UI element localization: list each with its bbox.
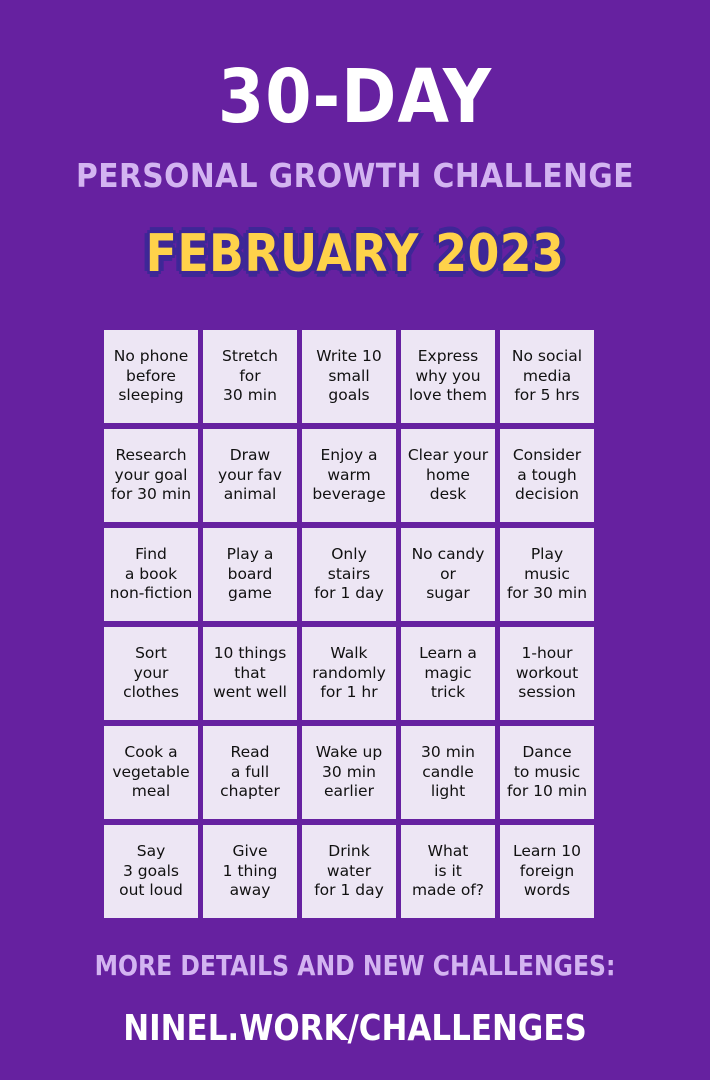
challenge-cell: No social media for 5 hrs	[500, 330, 594, 423]
challenge-text: Cook a vegetable meal	[112, 743, 190, 801]
challenge-text: Consider a tough decision	[512, 446, 582, 504]
challenge-cell: Wake up 30 min earlier	[302, 726, 396, 819]
details-caption: MORE DETAILS AND NEW CHALLENGES:	[94, 949, 616, 982]
challenge-cell: Say 3 goals out loud	[104, 825, 198, 918]
challenge-text: Write 10 small goals	[316, 347, 382, 405]
challenge-cell: No phone before sleeping	[104, 330, 198, 423]
challenge-cell: Draw your fav animal	[203, 429, 297, 522]
challenge-cell: 10 things that went well	[203, 627, 297, 720]
challenge-cell: Give 1 thing away	[203, 825, 297, 918]
challenge-cell: Consider a tough decision	[500, 429, 594, 522]
month-label: FEBRUARY 2023	[145, 224, 565, 284]
challenge-cell: 1-hour workout session	[500, 627, 594, 720]
challenge-cell: Express why you love them	[401, 330, 495, 423]
challenge-cell: Write 10 small goals	[302, 330, 396, 423]
challenge-cell: Stretch for 30 min	[203, 330, 297, 423]
challenge-cell: No candy or sugar	[401, 528, 495, 621]
page-subtitle: PERSONAL GROWTH CHALLENGE	[76, 156, 634, 195]
challenge-cell: Drink water for 1 day	[302, 825, 396, 918]
challenge-text: Give 1 thing away	[222, 842, 278, 900]
challenge-cell: Research your goal for 30 min	[104, 429, 198, 522]
challenge-text: Clear your home desk	[407, 446, 489, 504]
challenge-cell: Play music for 30 min	[500, 528, 594, 621]
challenge-cell: Learn a magic trick	[401, 627, 495, 720]
challenge-text: 1-hour workout session	[515, 644, 579, 702]
challenge-text: Express why you love them	[409, 347, 487, 405]
challenge-text: Walk randomly for 1 hr	[312, 644, 386, 702]
challenge-cell: What is it made of?	[401, 825, 495, 918]
challenge-cell: Learn 10 foreign words	[500, 825, 594, 918]
challenge-text: Only stairs for 1 day	[314, 545, 384, 603]
challenge-text: Research your goal for 30 min	[110, 446, 192, 504]
challenge-text: Play music for 30 min	[506, 545, 588, 603]
challenge-text: Enjoy a warm beverage	[312, 446, 386, 504]
challenge-text: Read a full chapter	[220, 743, 280, 801]
challenge-text: No candy or sugar	[411, 545, 485, 603]
challenge-cell: 30 min candle light	[401, 726, 495, 819]
challenge-cell: Enjoy a warm beverage	[302, 429, 396, 522]
challenge-text: Drink water for 1 day	[314, 842, 384, 900]
challenge-text: 10 things that went well	[213, 644, 287, 702]
challenge-cell: Cook a vegetable meal	[104, 726, 198, 819]
challenge-text: Dance to music for 10 min	[506, 743, 588, 801]
challenge-cell: Read a full chapter	[203, 726, 297, 819]
challenge-text: 30 min candle light	[421, 743, 475, 801]
challenge-text: No phone before sleeping	[113, 347, 189, 405]
challenge-text: No social media for 5 hrs	[511, 347, 583, 405]
challenge-text: Draw your fav animal	[218, 446, 282, 504]
challenge-cell: Only stairs for 1 day	[302, 528, 396, 621]
page-title: 30-DAY	[217, 54, 493, 140]
challenge-text: Sort your clothes	[123, 644, 179, 702]
challenge-text: Learn 10 foreign words	[513, 842, 581, 900]
challenge-cell: Find a book non-fiction	[104, 528, 198, 621]
challenge-cell: Play a board game	[203, 528, 297, 621]
challenge-cell: Sort your clothes	[104, 627, 198, 720]
challenge-text: Wake up 30 min earlier	[315, 743, 383, 801]
challenges-link[interactable]: NINEL.WORK/CHALLENGES	[50, 1004, 661, 1054]
challenge-text: Learn a magic trick	[419, 644, 477, 702]
challenge-cell: Dance to music for 10 min	[500, 726, 594, 819]
challenge-text: Stretch for 30 min	[222, 347, 278, 405]
challenge-text: What is it made of?	[411, 842, 485, 900]
challenge-text: Say 3 goals out loud	[119, 842, 183, 900]
challenge-cell: Clear your home desk	[401, 429, 495, 522]
challenge-grid: No phone before sleeping Stretch for 30 …	[104, 330, 594, 918]
challenge-text: Find a book non-fiction	[109, 545, 193, 603]
challenge-text: Play a board game	[226, 545, 274, 603]
challenge-cell: Walk randomly for 1 hr	[302, 627, 396, 720]
